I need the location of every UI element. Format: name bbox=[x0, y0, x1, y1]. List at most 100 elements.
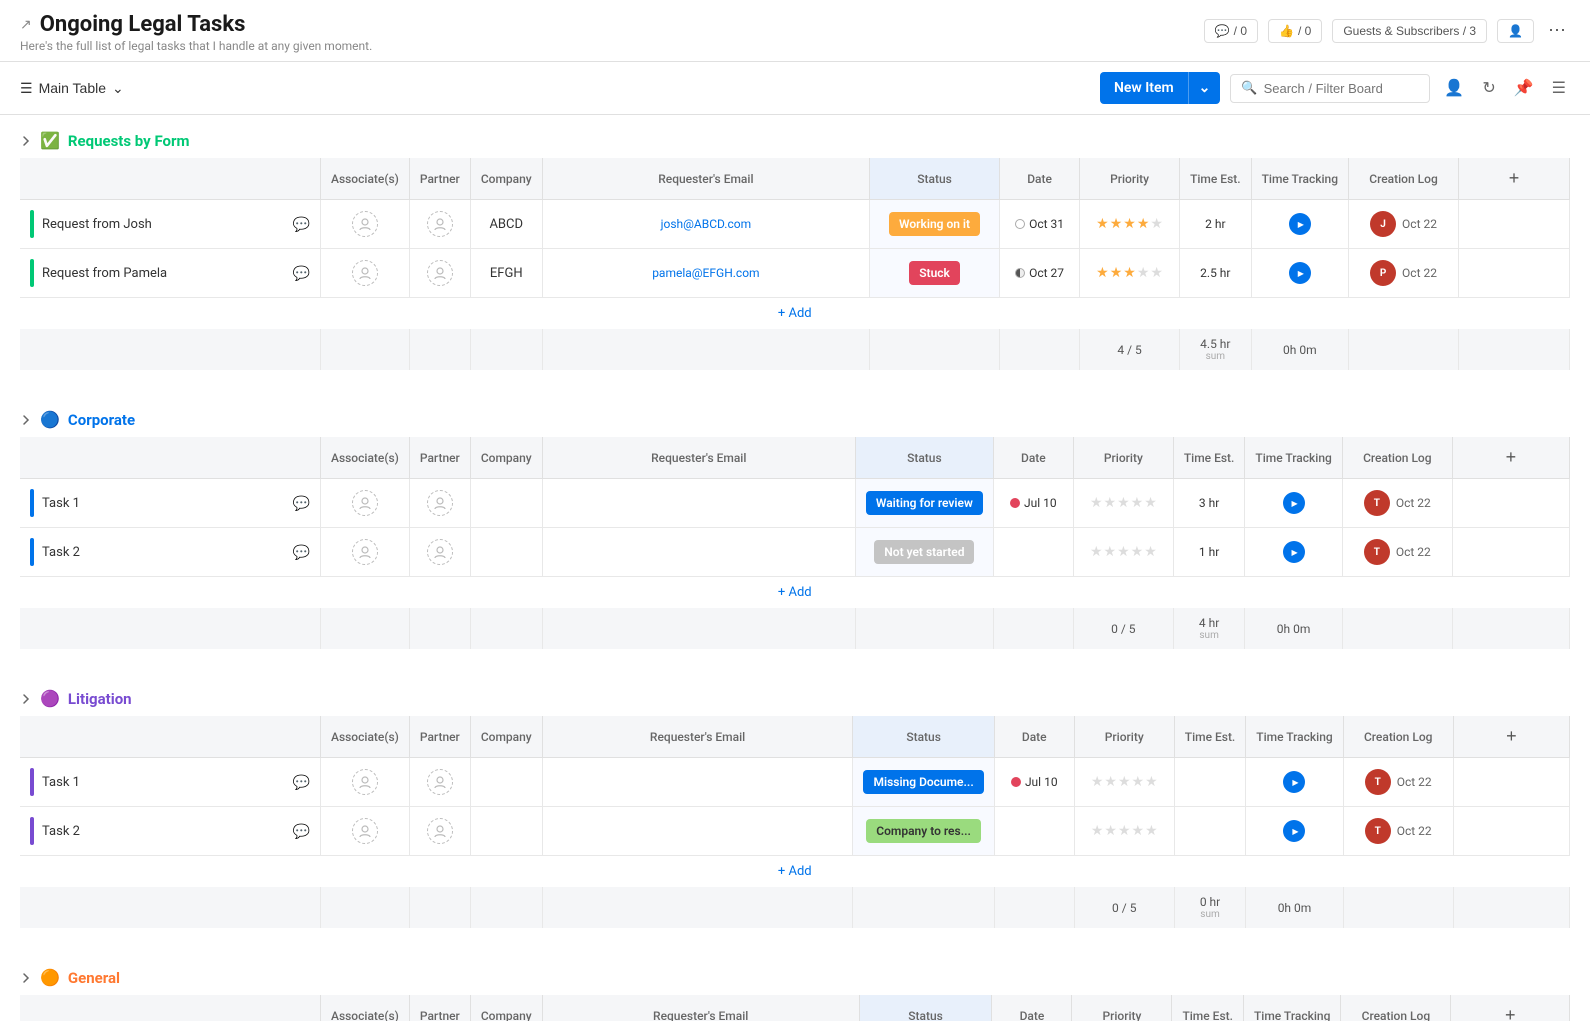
associates-cell[interactable] bbox=[321, 758, 410, 807]
date-cell[interactable]: Jul 10 bbox=[994, 758, 1074, 807]
refresh-button[interactable]: ↻ bbox=[1478, 74, 1499, 102]
partner-cell[interactable] bbox=[409, 479, 470, 528]
date-cell[interactable] bbox=[993, 528, 1073, 577]
share-icon[interactable]: ↗ bbox=[20, 17, 32, 33]
search-input[interactable] bbox=[1264, 81, 1420, 96]
email-cell[interactable] bbox=[542, 479, 855, 528]
guests-button[interactable]: Guests & Subscribers / 3 bbox=[1332, 19, 1487, 43]
add-item-label[interactable]: + Add bbox=[778, 306, 812, 321]
email-cell[interactable] bbox=[542, 807, 853, 856]
chat-button[interactable]: 💬 bbox=[293, 216, 310, 233]
group-title-litigation[interactable]: Litigation bbox=[68, 690, 132, 708]
filter-button[interactable]: ☰ bbox=[1548, 74, 1570, 102]
status-cell[interactable]: Not yet started bbox=[855, 528, 993, 577]
partner-cell[interactable] bbox=[409, 528, 470, 577]
time-tracking-play-button[interactable] bbox=[1283, 492, 1305, 514]
add-column-icon[interactable]: + bbox=[1500, 724, 1523, 749]
summary-cell: 4.5 hrsum bbox=[1180, 329, 1252, 370]
add-column-button[interactable]: + bbox=[1451, 995, 1570, 1021]
column-header-row: Associate(s)PartnerCompanyRequester's Em… bbox=[20, 437, 1570, 479]
person-icon bbox=[358, 545, 372, 559]
add-row[interactable]: + Add bbox=[20, 856, 1570, 888]
group-expand-button-litigation[interactable] bbox=[20, 693, 32, 705]
email-cell[interactable] bbox=[542, 758, 853, 807]
associates-cell[interactable] bbox=[321, 249, 410, 298]
add-column-icon[interactable]: + bbox=[1503, 166, 1526, 191]
time-tracking-play-button[interactable] bbox=[1289, 213, 1311, 235]
add-row-cell[interactable]: + Add bbox=[20, 577, 1570, 609]
add-item-label[interactable]: + Add bbox=[778, 585, 812, 600]
associates-cell[interactable] bbox=[321, 479, 410, 528]
add-column-button[interactable]: + bbox=[1459, 158, 1570, 200]
pin-button[interactable]: 📌 bbox=[1510, 74, 1538, 102]
time-tracking-cell[interactable] bbox=[1246, 807, 1343, 856]
time-tracking-cell[interactable] bbox=[1251, 200, 1348, 249]
partner-cell[interactable] bbox=[409, 807, 470, 856]
time-tracking-cell[interactable] bbox=[1246, 758, 1343, 807]
add-item-label[interactable]: + Add bbox=[778, 864, 812, 879]
priority-cell[interactable]: ★★★★★ bbox=[1073, 528, 1173, 577]
add-row-cell[interactable]: + Add bbox=[20, 856, 1570, 888]
main-table-button[interactable]: ☰ Main Table ⌄ bbox=[20, 80, 124, 97]
comments-button[interactable]: 💬 / 0 bbox=[1204, 19, 1258, 43]
date-cell[interactable]: Oct 27 bbox=[1000, 249, 1080, 298]
status-cell[interactable]: Stuck bbox=[870, 249, 1000, 298]
date-cell[interactable]: Oct 31 bbox=[1000, 200, 1080, 249]
time-tracking-play-button[interactable] bbox=[1289, 262, 1311, 284]
time-tracking-cell[interactable] bbox=[1245, 528, 1342, 577]
invite-button[interactable]: 👤 bbox=[1497, 19, 1534, 43]
add-column-icon[interactable]: + bbox=[1500, 445, 1523, 470]
status-cell[interactable]: Working on it bbox=[870, 200, 1000, 249]
email-cell[interactable]: josh@ABCD.com bbox=[542, 200, 869, 249]
date-cell[interactable]: Jul 10 bbox=[993, 479, 1073, 528]
priority-cell[interactable]: ★★★★★ bbox=[1074, 758, 1174, 807]
user-view-button[interactable]: 👤 bbox=[1440, 74, 1468, 102]
time-est-cell: 1 hr bbox=[1173, 528, 1245, 577]
associates-cell[interactable] bbox=[321, 807, 410, 856]
time-tracking-cell[interactable] bbox=[1251, 249, 1348, 298]
partner-cell[interactable] bbox=[409, 758, 470, 807]
priority-cell[interactable]: ★★★★★ bbox=[1073, 479, 1173, 528]
chat-button[interactable]: 💬 bbox=[293, 544, 310, 561]
email-link[interactable]: josh@ABCD.com bbox=[661, 217, 752, 231]
group-expand-button-general[interactable] bbox=[20, 972, 32, 984]
likes-button[interactable]: 👍 / 0 bbox=[1268, 19, 1322, 43]
add-row[interactable]: + Add bbox=[20, 298, 1570, 330]
add-column-icon[interactable]: + bbox=[1499, 1003, 1522, 1021]
partner-cell[interactable] bbox=[409, 249, 470, 298]
chat-button[interactable]: 💬 bbox=[293, 823, 310, 840]
date-cell[interactable] bbox=[994, 807, 1074, 856]
priority-cell[interactable]: ★★★★★ bbox=[1080, 200, 1180, 249]
partner-cell[interactable] bbox=[409, 200, 470, 249]
priority-cell[interactable]: ★★★★★ bbox=[1074, 807, 1174, 856]
status-cell[interactable]: Waiting for review bbox=[855, 479, 993, 528]
group-expand-button-corporate[interactable] bbox=[20, 414, 32, 426]
priority-cell[interactable]: ★★★★★ bbox=[1080, 249, 1180, 298]
time-tracking-play-button[interactable] bbox=[1283, 820, 1305, 842]
email-cell[interactable] bbox=[542, 528, 855, 577]
email-link[interactable]: pamela@EFGH.com bbox=[652, 266, 759, 280]
chat-button[interactable]: 💬 bbox=[293, 495, 310, 512]
add-row-cell[interactable]: + Add bbox=[20, 298, 1570, 330]
group-title-corporate[interactable]: Corporate bbox=[68, 411, 135, 429]
associates-cell[interactable] bbox=[321, 200, 410, 249]
add-column-button[interactable]: + bbox=[1453, 716, 1569, 758]
email-cell[interactable]: pamela@EFGH.com bbox=[542, 249, 869, 298]
time-tracking-cell[interactable] bbox=[1245, 479, 1342, 528]
status-cell[interactable]: Company to res... bbox=[853, 807, 994, 856]
more-options-button[interactable]: ⋯ bbox=[1544, 16, 1570, 45]
group-title-requests_by_form[interactable]: Requests by Form bbox=[68, 132, 190, 150]
status-cell[interactable]: Missing Docume... bbox=[853, 758, 994, 807]
time-tracking-play-button[interactable] bbox=[1283, 541, 1305, 563]
add-column-button[interactable]: + bbox=[1452, 437, 1569, 479]
associates-cell[interactable] bbox=[321, 528, 410, 577]
chat-button[interactable]: 💬 bbox=[293, 774, 310, 791]
group-expand-button-requests_by_form[interactable] bbox=[20, 135, 32, 147]
group-title-general[interactable]: General bbox=[68, 969, 120, 987]
new-item-button[interactable]: New Item ⌄ bbox=[1100, 72, 1220, 104]
chat-button[interactable]: 💬 bbox=[293, 265, 310, 282]
time-tracking-play-button[interactable] bbox=[1283, 771, 1305, 793]
new-item-chevron-icon[interactable]: ⌄ bbox=[1188, 72, 1221, 104]
add-row[interactable]: + Add bbox=[20, 577, 1570, 609]
summary-cell bbox=[1342, 608, 1452, 649]
